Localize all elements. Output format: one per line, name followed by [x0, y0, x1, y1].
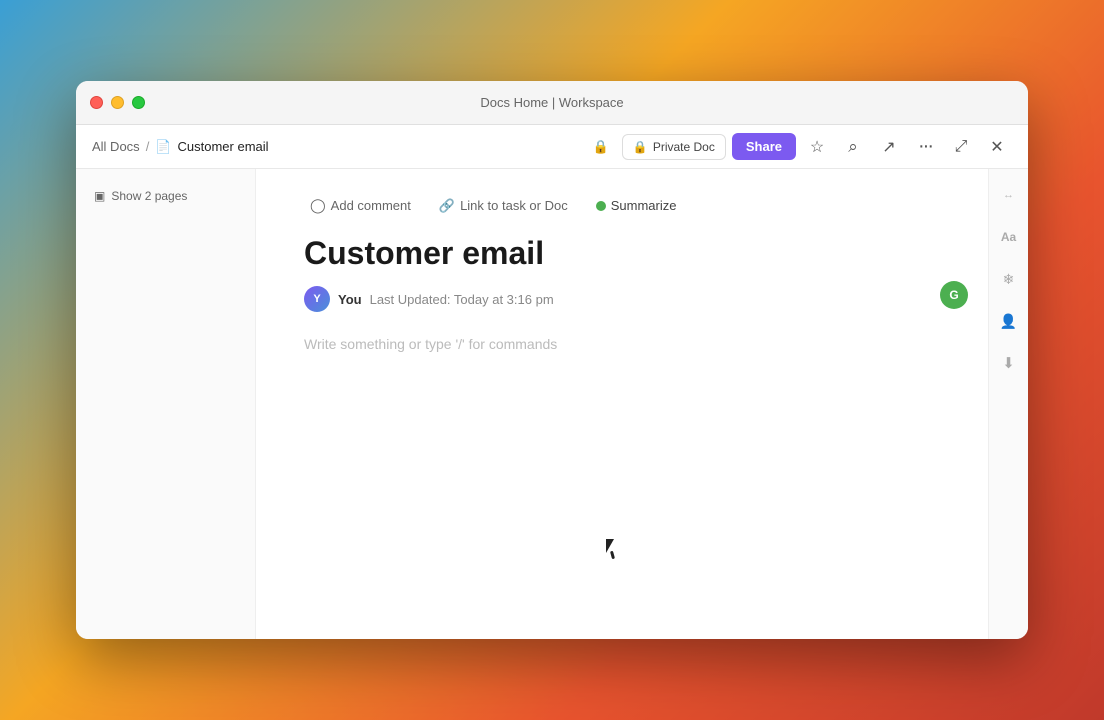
search-button[interactable]: ⌕ — [838, 132, 868, 162]
doc-placeholder[interactable]: Write something or type '/' for commands — [304, 336, 940, 352]
ai-assistant-icon[interactable]: G — [940, 281, 968, 309]
show-pages-label: Show 2 pages — [111, 189, 187, 203]
link-to-task-button[interactable]: 🔗 Link to task or Doc — [433, 194, 574, 218]
toolbar-right: 🔒 🔒 Private Doc Share ☆ ⌕ ↗ ··· ⤢ ✕ — [586, 132, 1012, 162]
link-icon: 🔗 — [439, 198, 455, 214]
add-comment-button[interactable]: ◯ Add comment — [304, 193, 417, 218]
traffic-lights — [90, 96, 145, 109]
doc-action-toolbar: ◯ Add comment 🔗 Link to task or Doc Summ… — [304, 193, 940, 218]
main-area: ▣ Show 2 pages ◯ Add comment 🔗 Link to t… — [76, 169, 1028, 639]
breadcrumb: All Docs / 📄 Customer email — [92, 139, 578, 155]
summarize-dot — [596, 201, 606, 211]
author-name: You — [338, 292, 362, 307]
minimize-window-button[interactable]: ⤢ — [946, 132, 976, 162]
author-avatar: Y — [304, 286, 330, 312]
close-button[interactable] — [90, 96, 103, 109]
snowflake-icon[interactable]: ❄ — [995, 265, 1023, 293]
window-title: Docs Home | Workspace — [480, 95, 623, 110]
collaborators-icon[interactable]: 👤 — [995, 307, 1023, 335]
maximize-button[interactable] — [132, 96, 145, 109]
right-sidebar: ↔ Aa ❄ 👤 ⬇ — [988, 169, 1028, 639]
share-button[interactable]: Share — [732, 133, 796, 160]
doc-title[interactable]: Customer email — [304, 234, 940, 272]
star-button[interactable]: ☆ — [802, 132, 832, 162]
breadcrumb-all-docs[interactable]: All Docs — [92, 139, 140, 154]
add-comment-label: Add comment — [331, 198, 411, 213]
pages-icon: ▣ — [94, 189, 105, 203]
link-label: Link to task or Doc — [460, 198, 568, 213]
share-lock-icon[interactable]: 🔒 — [586, 132, 616, 162]
private-doc-label: Private Doc — [653, 140, 715, 154]
titlebar: Docs Home | Workspace — [76, 81, 1028, 125]
more-button[interactable]: ··· — [910, 132, 940, 162]
private-doc-button[interactable]: 🔒 Private Doc — [622, 134, 726, 160]
summarize-button[interactable]: Summarize — [590, 194, 683, 217]
font-size-icon[interactable]: Aa — [995, 223, 1023, 251]
minimize-button[interactable] — [111, 96, 124, 109]
doc-icon: 📄 — [155, 139, 171, 155]
comment-icon: ◯ — [310, 197, 326, 214]
breadcrumb-current: Customer email — [178, 139, 269, 154]
left-sidebar: ▣ Show 2 pages — [76, 169, 256, 639]
breadcrumb-separator: / — [146, 139, 150, 154]
doc-content: ◯ Add comment 🔗 Link to task or Doc Summ… — [256, 169, 988, 639]
app-window: Docs Home | Workspace All Docs / 📄 Custo… — [76, 81, 1028, 639]
nav-toolbar: All Docs / 📄 Customer email 🔒 🔒 Private … — [76, 125, 1028, 169]
expand-icon[interactable]: ↔ — [995, 181, 1023, 209]
doc-meta: Y You Last Updated: Today at 3:16 pm — [304, 286, 940, 312]
export-button[interactable]: ↗ — [874, 132, 904, 162]
summarize-label: Summarize — [611, 198, 677, 213]
lock-icon: 🔒 — [633, 140, 648, 154]
show-pages-button[interactable]: ▣ Show 2 pages — [88, 185, 193, 207]
close-window-button[interactable]: ✕ — [982, 132, 1012, 162]
download-icon[interactable]: ⬇ — [995, 349, 1023, 377]
last-updated: Last Updated: Today at 3:16 pm — [370, 292, 554, 307]
